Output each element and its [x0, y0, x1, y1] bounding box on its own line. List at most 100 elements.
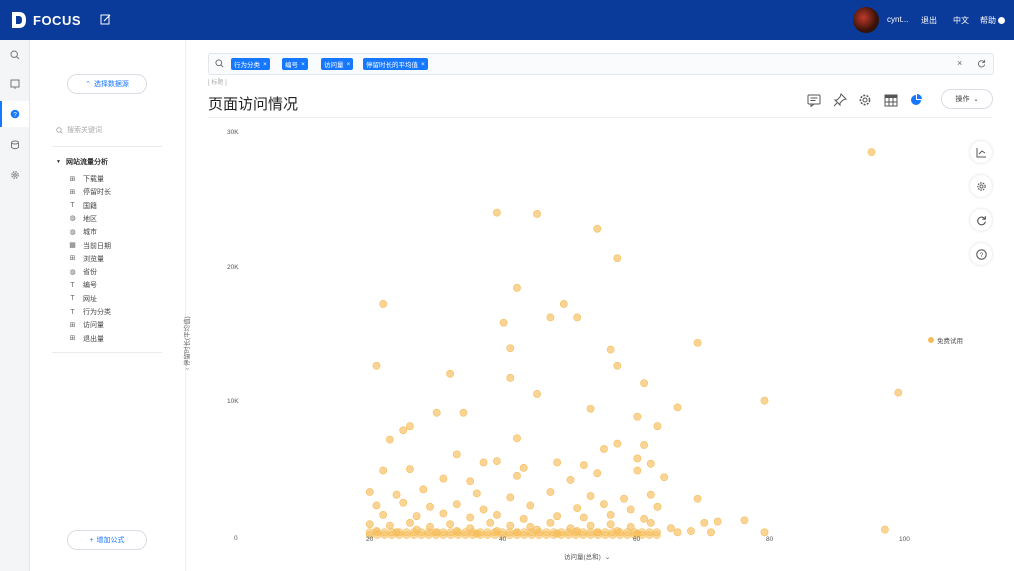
field-item[interactable]: ◍ 地区: [68, 214, 97, 224]
select-source-button[interactable]: ⌃ 选择数据源: [67, 74, 147, 94]
data-point[interactable]: [894, 388, 903, 397]
help-link[interactable]: 帮助: [980, 15, 1005, 26]
data-point[interactable]: [640, 441, 648, 449]
field-item[interactable]: T 编号: [68, 280, 97, 290]
data-point[interactable]: [673, 403, 682, 412]
field-item[interactable]: ⊞ 浏览量: [68, 254, 104, 264]
data-point[interactable]: [365, 528, 374, 537]
data-point[interactable]: [653, 422, 662, 431]
data-point[interactable]: [546, 488, 555, 496]
data-point[interactable]: [673, 528, 682, 537]
data-point[interactable]: [392, 490, 401, 499]
data-point[interactable]: [506, 521, 515, 530]
field-item[interactable]: ◍ 省份: [68, 267, 97, 277]
nav-data[interactable]: [0, 132, 29, 158]
data-point[interactable]: [633, 466, 642, 475]
data-point[interactable]: [513, 471, 521, 480]
field-search-input[interactable]: 搜索关键词: [56, 125, 102, 135]
data-point[interactable]: [446, 369, 454, 378]
data-point[interactable]: [452, 500, 461, 509]
nav-help[interactable]: ?: [0, 101, 29, 127]
field-item[interactable]: ⊞ 停留时长: [68, 187, 111, 197]
data-point[interactable]: [646, 459, 655, 468]
data-point[interactable]: [406, 422, 414, 431]
data-point[interactable]: [640, 379, 648, 388]
data-point[interactable]: [713, 517, 722, 526]
data-point[interactable]: [566, 524, 575, 533]
data-point[interactable]: [553, 512, 562, 521]
data-point[interactable]: [573, 313, 582, 322]
nav-search[interactable]: [0, 42, 29, 68]
nav-dashboard[interactable]: [0, 71, 29, 97]
data-point[interactable]: [613, 439, 622, 448]
data-point[interactable]: [472, 489, 481, 498]
data-point[interactable]: [519, 463, 528, 472]
data-point[interactable]: [526, 523, 535, 531]
x-axis-label[interactable]: 访问量(总和) ⌄: [564, 551, 610, 561]
data-point[interactable]: [406, 465, 414, 474]
data-point[interactable]: [606, 345, 615, 354]
data-point[interactable]: [620, 494, 628, 503]
data-point[interactable]: [399, 426, 408, 435]
data-point[interactable]: [419, 485, 428, 494]
data-point[interactable]: [459, 408, 468, 417]
field-item[interactable]: T 网址: [68, 294, 97, 304]
data-point[interactable]: [593, 469, 602, 478]
data-point[interactable]: [760, 396, 769, 405]
data-point[interactable]: [573, 504, 582, 513]
data-point[interactable]: [466, 513, 475, 522]
data-point[interactable]: [372, 361, 381, 370]
data-point[interactable]: [867, 148, 876, 157]
data-point[interactable]: [666, 524, 675, 533]
data-point[interactable]: [466, 477, 475, 486]
data-point[interactable]: [542, 528, 551, 537]
data-point[interactable]: [693, 339, 702, 347]
data-point[interactable]: [379, 510, 388, 519]
data-point[interactable]: [645, 528, 654, 537]
y-axis-label[interactable]: ‹ 停留时长(平均值): [181, 316, 191, 370]
chart-legend[interactable]: 免费试用: [928, 335, 963, 345]
data-point[interactable]: [479, 458, 488, 467]
data-point[interactable]: [579, 461, 588, 470]
data-point[interactable]: [426, 523, 434, 531]
data-point[interactable]: [600, 445, 608, 453]
data-point[interactable]: [601, 528, 610, 537]
data-point[interactable]: [365, 488, 374, 496]
data-point[interactable]: [432, 408, 441, 417]
data-point[interactable]: [740, 516, 749, 525]
tree-root[interactable]: ▼ 网站流量分析: [56, 157, 108, 167]
data-point[interactable]: [586, 521, 595, 530]
data-point[interactable]: [579, 513, 588, 522]
data-point[interactable]: [392, 528, 401, 537]
data-point[interactable]: [506, 493, 515, 502]
axis-settings-button[interactable]: [970, 141, 992, 163]
field-item[interactable]: ⊞ 退出量: [68, 334, 104, 344]
data-point[interactable]: [402, 528, 411, 537]
refresh-button[interactable]: [970, 209, 992, 231]
data-point[interactable]: [526, 501, 535, 510]
data-point[interactable]: [439, 509, 448, 518]
data-point[interactable]: [380, 528, 389, 537]
data-point[interactable]: [505, 528, 514, 537]
nav-settings[interactable]: [0, 162, 29, 188]
data-point[interactable]: [646, 490, 655, 499]
data-point[interactable]: [520, 528, 529, 537]
data-point[interactable]: [693, 494, 702, 503]
data-point[interactable]: [633, 454, 642, 463]
data-point[interactable]: [633, 412, 642, 421]
language-link[interactable]: 中文: [953, 15, 969, 26]
data-point[interactable]: [760, 528, 769, 537]
data-point[interactable]: [660, 473, 669, 482]
data-point[interactable]: [385, 521, 394, 530]
settings-button[interactable]: [970, 175, 992, 197]
data-point[interactable]: [533, 210, 541, 218]
data-point[interactable]: [519, 514, 528, 523]
data-point[interactable]: [700, 519, 709, 527]
data-point[interactable]: [613, 527, 622, 535]
data-point[interactable]: [513, 528, 521, 537]
data-point[interactable]: [600, 500, 608, 509]
data-point[interactable]: [566, 476, 575, 484]
avatar[interactable]: [853, 7, 879, 33]
field-item[interactable]: T 行为分类: [68, 307, 111, 317]
data-point[interactable]: [439, 474, 448, 483]
